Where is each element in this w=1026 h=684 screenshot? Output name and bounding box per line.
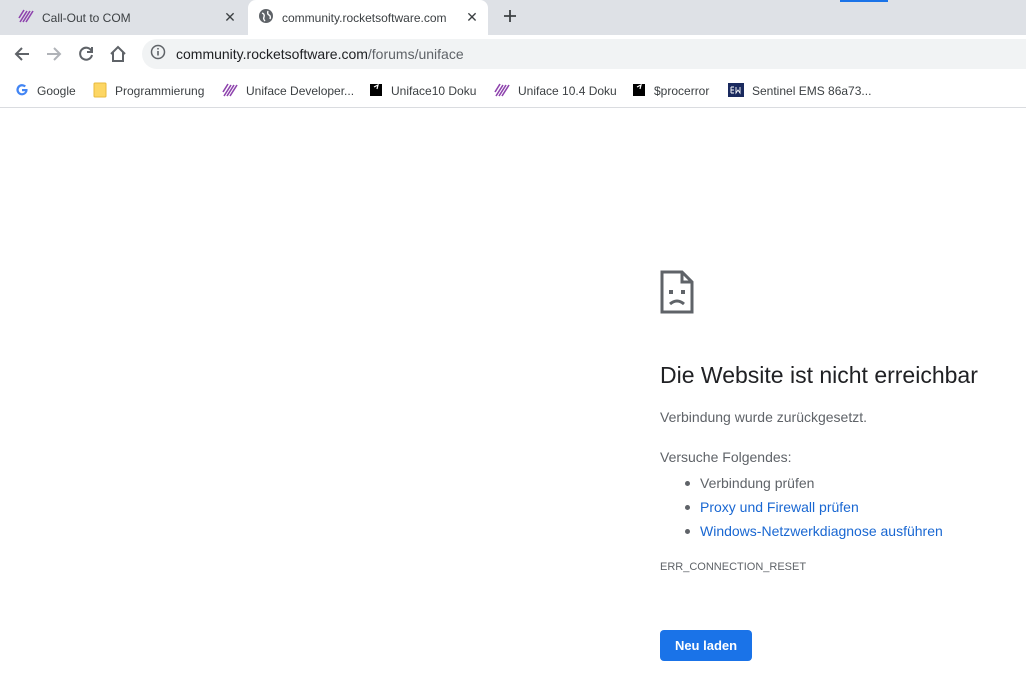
error-page: Die Website ist nicht erreichbar Verbind… <box>0 109 1026 684</box>
uniface-logo-icon <box>222 82 238 101</box>
bookmark-uniface10-doku[interactable]: Uniface10 Doku <box>369 82 476 100</box>
back-button[interactable] <box>11 43 33 65</box>
suggestion-proxy-firewall-link[interactable]: Proxy und Firewall prüfen <box>700 499 859 515</box>
info-icon[interactable] <box>150 44 166 65</box>
window-accent-line <box>840 0 888 2</box>
google-icon <box>15 83 29 100</box>
url-text: community.rocketsoftware.com/forums/unif… <box>176 46 464 62</box>
bookmark-label: Uniface10 Doku <box>391 84 477 98</box>
bookmarks-bar: Google Programmierung Uniface Developer.… <box>0 73 1026 108</box>
home-icon <box>110 45 126 62</box>
reload-page-button[interactable]: Neu laden <box>660 630 752 661</box>
list-item: Windows-Netzwerkdiagnose ausführen <box>685 519 943 543</box>
suggestions-list: Verbindung prüfen Proxy und Firewall prü… <box>685 471 943 543</box>
globe-icon <box>258 8 274 27</box>
uniface-logo-icon <box>494 82 510 101</box>
plus-icon <box>504 10 516 22</box>
forward-button[interactable] <box>43 43 65 65</box>
rocket-doc-icon <box>369 83 383 100</box>
folder-icon <box>93 82 107 101</box>
bookmark-uniface-developer[interactable]: Uniface Developer... <box>222 82 354 100</box>
bookmark-label: $procerror <box>654 84 710 98</box>
bookmark-procerror[interactable]: $procerror <box>632 82 709 100</box>
tab-title: community.rocketsoftware.com <box>282 10 447 25</box>
browser-toolbar: community.rocketsoftware.com/forums/unif… <box>0 35 1026 73</box>
suggestion-network-diagnostics-link[interactable]: Windows-Netzwerkdiagnose ausführen <box>700 523 943 539</box>
bookmark-label: Uniface Developer... <box>246 84 355 98</box>
rocket-doc-icon <box>632 83 646 100</box>
url-host: community.rocketsoftware.com <box>176 46 368 62</box>
list-item: Verbindung prüfen <box>685 471 943 495</box>
list-item: Proxy und Firewall prüfen <box>685 495 943 519</box>
bookmark-label: Uniface 10.4 Doku <box>518 84 617 98</box>
bookmark-label: Sentinel EMS 86a73... <box>752 84 872 98</box>
bookmark-google[interactable]: Google <box>15 82 76 100</box>
sad-document-icon <box>660 270 694 314</box>
error-description: Verbindung wurde zurückgesetzt. <box>660 409 868 425</box>
tab-call-out-to-com[interactable]: Call-Out to COM ✕ <box>6 0 246 35</box>
bookmark-programmierung[interactable]: Programmierung <box>93 82 204 100</box>
tab-title: Call-Out to COM <box>42 10 131 25</box>
uniface-logo-icon <box>18 8 34 27</box>
bookmark-uniface-10-4-doku[interactable]: Uniface 10.4 Doku <box>494 82 617 100</box>
tab-strip: Call-Out to COM ✕ community.rocketsoftwa… <box>0 0 1026 35</box>
new-tab-button[interactable] <box>500 7 520 27</box>
reload-icon <box>79 46 93 61</box>
home-button[interactable] <box>107 43 129 65</box>
bookmark-label: Google <box>37 84 76 98</box>
suggestions-heading: Versuche Folgendes: <box>660 449 792 465</box>
arrow-right-icon <box>47 47 62 61</box>
ems-icon <box>728 82 744 100</box>
close-icon[interactable]: ✕ <box>464 9 480 25</box>
url-path: /forums/uniface <box>367 46 464 62</box>
bookmark-sentinel-ems[interactable]: Sentinel EMS 86a73... <box>728 82 871 100</box>
error-code: ERR_CONNECTION_RESET <box>660 561 807 573</box>
address-bar[interactable]: community.rocketsoftware.com/forums/unif… <box>142 39 1026 69</box>
close-icon[interactable]: ✕ <box>222 9 238 25</box>
error-title: Die Website ist nicht erreichbar <box>660 362 978 388</box>
arrow-left-icon <box>14 47 29 61</box>
bookmark-label: Programmierung <box>115 84 205 98</box>
suggestion-check-connection: Verbindung prüfen <box>700 475 815 491</box>
tab-community-rocketsoftware[interactable]: community.rocketsoftware.com ✕ <box>248 0 488 35</box>
reload-button[interactable] <box>75 43 97 65</box>
